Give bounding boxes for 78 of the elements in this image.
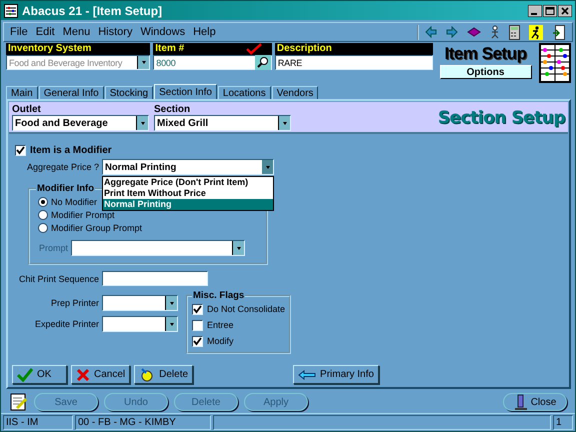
checkmark-icon bbox=[246, 43, 262, 55]
close-button[interactable]: Close bbox=[503, 393, 567, 411]
radio-label: No Modifier bbox=[51, 196, 98, 206]
tab[interactable]: Locations bbox=[218, 86, 271, 99]
checkbox[interactable] bbox=[192, 320, 203, 330]
expedite-printer-dropdown[interactable] bbox=[102, 316, 178, 332]
inventory-system-dropdown[interactable]: Food and Beverage Inventory bbox=[6, 55, 150, 70]
checkbox-label: Modify bbox=[207, 336, 234, 346]
field-label: Item # bbox=[153, 43, 272, 55]
menu-item[interactable]: Help bbox=[193, 26, 216, 38]
group-title: Misc. Flags bbox=[192, 290, 246, 301]
radio-button[interactable] bbox=[38, 210, 48, 220]
menu-item[interactable]: File bbox=[10, 26, 28, 38]
page-heading: Item Setup bbox=[444, 43, 526, 65]
dropdown-option[interactable]: Normal Printing bbox=[103, 199, 273, 210]
notepad-icon[interactable] bbox=[10, 393, 28, 411]
close-icon[interactable] bbox=[558, 4, 572, 16]
checkbox-label: Item is a Modifier bbox=[30, 144, 112, 156]
x-icon bbox=[76, 368, 90, 382]
field-label: Chit Print Sequence bbox=[18, 274, 99, 284]
menu-item[interactable]: History bbox=[98, 26, 132, 38]
group-title: Modifier Info bbox=[36, 183, 95, 194]
right-arrow-icon[interactable] bbox=[446, 26, 458, 38]
search-icon[interactable] bbox=[254, 55, 271, 70]
delete-button[interactable]: Delete bbox=[134, 365, 194, 384]
field-label: Inventory System bbox=[6, 43, 150, 55]
field-label: Section bbox=[154, 104, 192, 115]
status-cell: 00 - FB - MG - KIMBY bbox=[75, 415, 211, 430]
tab[interactable]: Vendors bbox=[272, 86, 318, 99]
dropdown-option[interactable]: Aggregate Price (Don't Print Item) bbox=[103, 177, 273, 188]
prep-printer-dropdown[interactable] bbox=[102, 295, 178, 311]
menu-item[interactable]: Edit bbox=[36, 26, 55, 38]
left-arrow-icon[interactable] bbox=[425, 26, 437, 38]
tab[interactable]: Section Info bbox=[154, 84, 217, 99]
field-label: Expedite Printer bbox=[34, 319, 99, 329]
outlet-dropdown[interactable]: Food and Beverage bbox=[12, 115, 149, 131]
window-title: Abacus 21 - [Item Setup] bbox=[22, 4, 162, 18]
radio-button[interactable] bbox=[38, 196, 48, 206]
checkmark-icon bbox=[17, 368, 33, 382]
status-cell: IIS - IM bbox=[3, 415, 73, 430]
running-man-icon[interactable] bbox=[529, 24, 543, 40]
field-label: Aggregate Price ? bbox=[26, 162, 99, 172]
checkbox-label: Do Not Consolidate bbox=[207, 304, 286, 314]
maximize-icon[interactable] bbox=[543, 4, 557, 16]
section-dropdown[interactable]: Mixed Grill bbox=[154, 115, 291, 131]
field-label: Outlet bbox=[12, 104, 42, 115]
left-arrow-icon bbox=[298, 370, 316, 380]
checkbox[interactable] bbox=[192, 304, 203, 314]
field-label: Prompt bbox=[38, 243, 68, 253]
checkbox-label: Entree bbox=[207, 320, 234, 330]
aggregate-price-dropdown[interactable]: Normal Printing bbox=[102, 159, 274, 175]
tab[interactable]: Main bbox=[6, 86, 38, 99]
menu-item[interactable]: Windows bbox=[140, 26, 186, 38]
chit-print-sequence-field[interactable] bbox=[102, 271, 208, 286]
radio-label: Modifier Group Prompt bbox=[51, 222, 142, 232]
primary-info-button[interactable]: Primary Info bbox=[293, 365, 379, 384]
status-cell: 1 bbox=[553, 415, 573, 430]
tab[interactable]: General Info bbox=[38, 86, 104, 99]
calculator-icon[interactable] bbox=[509, 24, 520, 40]
radio-button[interactable] bbox=[38, 222, 48, 232]
checkbox[interactable] bbox=[15, 144, 26, 156]
menu-item[interactable]: Menu bbox=[62, 26, 90, 38]
tab[interactable]: Stocking bbox=[104, 86, 154, 99]
checkbox[interactable] bbox=[192, 336, 203, 346]
minimize-icon[interactable] bbox=[528, 4, 542, 16]
exit-door-icon[interactable] bbox=[552, 24, 566, 40]
item-number-field[interactable]: 8000 bbox=[153, 55, 272, 70]
figure-icon[interactable] bbox=[490, 25, 500, 39]
field-label: Prep Printer bbox=[50, 298, 99, 308]
section-heading: Section Setup bbox=[438, 108, 565, 128]
radio-label: Modifier Prompt bbox=[51, 210, 115, 220]
prompt-dropdown[interactable] bbox=[71, 240, 245, 256]
field-label: Description bbox=[274, 43, 433, 55]
description-field[interactable]: RARE bbox=[274, 55, 433, 70]
options-button[interactable]: Options bbox=[440, 65, 532, 79]
dropdown-option[interactable]: Print Item Without Price bbox=[103, 188, 273, 199]
cancel-button[interactable]: Cancel bbox=[71, 365, 130, 384]
ok-button[interactable]: OK bbox=[12, 365, 67, 384]
